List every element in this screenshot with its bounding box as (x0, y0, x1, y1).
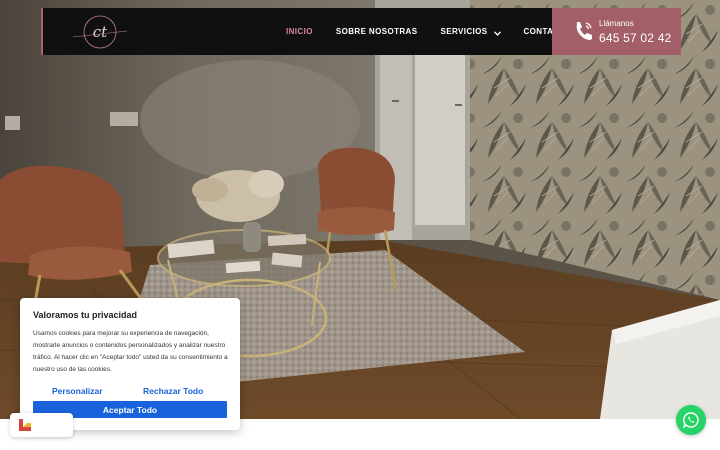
cookie-consent-banner: Valoramos tu privacidad Usamos cookies p… (20, 298, 240, 430)
logo-text: ct (93, 23, 108, 41)
phone-icon (574, 20, 594, 42)
main-nav: INICIO SOBRE NOSOTRAS SERVICIOS CONTACTO (286, 8, 594, 55)
nav-item-inicio[interactable]: INICIO (286, 27, 313, 36)
phone-number[interactable]: 645 57 02 42 (599, 31, 671, 45)
whatsapp-icon (683, 412, 699, 428)
cookie-description: Usamos cookies para mejorar su experienc… (33, 330, 228, 373)
cookie-consent-icon (18, 418, 32, 432)
site-header: ct INICIO SOBRE NOSOTRAS SERVICIOS CONTA… (41, 8, 571, 55)
logo[interactable]: ct (71, 13, 129, 51)
nav-item-sobre-nosotras[interactable]: SOBRE NOSOTRAS (336, 27, 418, 36)
cookie-title: Valoramos tu privacidad (33, 310, 138, 320)
nav-item-servicios[interactable]: SERVICIOS (440, 27, 501, 36)
nav-item-servicios-label: SERVICIOS (440, 27, 488, 36)
customize-button[interactable]: Personalizar (52, 386, 103, 396)
call-label: Llámanos (599, 19, 634, 28)
call-button[interactable]: Llámanos 645 57 02 42 (552, 8, 681, 55)
revisit-consent-button[interactable] (10, 413, 73, 437)
chevron-down-icon (493, 29, 501, 36)
whatsapp-button[interactable] (676, 405, 706, 435)
reject-all-button[interactable]: Rechazar Todo (143, 386, 203, 396)
